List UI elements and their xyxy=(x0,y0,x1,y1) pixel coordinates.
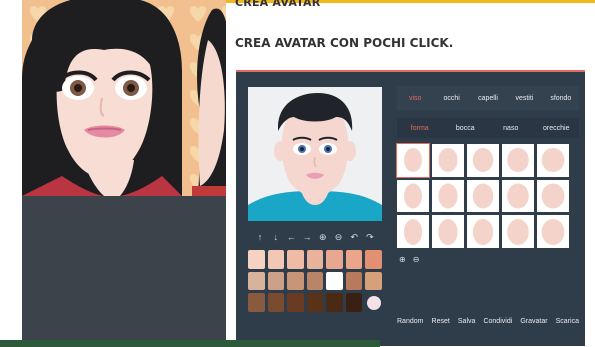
article-title-top: CREA AVATAR xyxy=(235,0,321,9)
face-shape-icon xyxy=(404,148,422,173)
color-swatch[interactable] xyxy=(248,250,265,269)
share-button[interactable]: Condividi xyxy=(483,318,512,330)
bottom-edge xyxy=(0,340,380,347)
face-shape-icon xyxy=(438,148,458,173)
shape-zoom-controls: ⊕ ⊖ xyxy=(399,255,419,264)
subtab-orecchie[interactable]: orecchie xyxy=(534,125,580,132)
undo-icon[interactable]: ↶ xyxy=(348,230,360,244)
color-swatch[interactable] xyxy=(248,293,265,312)
color-swatch[interactable] xyxy=(365,271,382,291)
subtab-naso[interactable]: naso xyxy=(488,125,534,132)
color-swatch[interactable] xyxy=(306,293,324,312)
face-shape-option[interactable] xyxy=(397,215,429,248)
gravatar-button[interactable]: Gravatar xyxy=(520,318,547,330)
color-swatch[interactable] xyxy=(287,250,304,269)
face-shape-icon xyxy=(541,148,565,173)
color-swatch[interactable] xyxy=(306,271,324,291)
category-tabs: viso occhi capelli vestiti sfondo xyxy=(397,86,579,110)
face-shape-option[interactable] xyxy=(467,215,499,248)
face-shape-option[interactable] xyxy=(397,179,429,213)
preview-panel-footer xyxy=(22,196,226,344)
avatar-preview-illustration xyxy=(22,0,226,196)
random-button[interactable]: Random xyxy=(397,318,423,330)
face-shape-option[interactable] xyxy=(396,143,430,178)
face-shape-icon xyxy=(438,183,458,209)
face-shape-icon xyxy=(507,148,529,173)
face-shape-icon xyxy=(541,183,565,209)
tab-sfondo[interactable]: sfondo xyxy=(543,95,579,102)
face-shape-option[interactable] xyxy=(502,144,534,177)
download-button[interactable]: Scarica xyxy=(556,318,579,330)
color-swatch[interactable] xyxy=(345,293,363,312)
zoom-in-icon[interactable]: ⊕ xyxy=(317,230,329,244)
face-shape-icon xyxy=(404,218,422,245)
color-swatch[interactable] xyxy=(267,250,285,269)
face-shape-icon xyxy=(472,183,494,209)
face-shape-icon xyxy=(472,148,494,173)
face-shape-option[interactable] xyxy=(467,179,499,213)
face-shape-option[interactable] xyxy=(432,179,464,213)
color-swatch[interactable] xyxy=(326,250,343,269)
avatar-creator-panel: ↑ ↓ ← → ⊕ ⊖ ↶ ↷ viso occhi capelli vesti… xyxy=(236,70,585,346)
face-shape-option[interactable] xyxy=(537,144,569,177)
color-swatch[interactable] xyxy=(365,250,382,269)
page: CREA AVATAR CREA AVATAR CON POCHI CLICK. xyxy=(0,0,595,347)
arrow-left-icon[interactable]: ← xyxy=(285,230,297,244)
color-swatch[interactable] xyxy=(345,271,363,291)
subtab-bocca[interactable]: bocca xyxy=(443,125,489,132)
face-shape-option[interactable] xyxy=(537,215,569,248)
article-headline: CREA AVATAR CON POCHI CLICK. xyxy=(235,36,454,50)
face-shape-icon xyxy=(472,218,494,245)
canvas-toolbar: ↑ ↓ ← → ⊕ ⊖ ↶ ↷ xyxy=(248,230,382,244)
color-swatch[interactable] xyxy=(306,250,324,269)
color-swatch[interactable] xyxy=(345,250,363,269)
face-shape-option[interactable] xyxy=(467,144,499,177)
color-swatch[interactable] xyxy=(287,293,304,312)
action-bar: Random Reset Salva Condividi Gravatar Sc… xyxy=(397,318,579,330)
reset-button[interactable]: Reset xyxy=(432,318,450,330)
color-swatch[interactable] xyxy=(326,271,343,291)
face-shape-option[interactable] xyxy=(502,179,534,213)
color-swatch[interactable] xyxy=(248,271,265,291)
avatar-preview-image xyxy=(22,0,226,196)
face-shape-icon xyxy=(438,218,458,245)
face-shape-icon xyxy=(507,183,529,209)
face-shape-option[interactable] xyxy=(502,215,534,248)
face-shape-icon xyxy=(507,218,529,245)
face-shape-grid xyxy=(396,143,569,248)
face-shape-option[interactable] xyxy=(432,144,464,177)
zoom-out-icon[interactable]: ⊖ xyxy=(333,230,345,244)
tab-capelli[interactable]: capelli xyxy=(470,95,506,102)
zoom-in-icon[interactable]: ⊕ xyxy=(399,255,406,264)
tab-occhi[interactable]: occhi xyxy=(433,95,469,102)
arrow-right-icon[interactable]: → xyxy=(301,230,313,244)
avatar-canvas[interactable] xyxy=(248,87,382,221)
skin-color-palette xyxy=(248,250,382,312)
color-swatch[interactable] xyxy=(326,293,343,312)
color-swatch[interactable] xyxy=(287,271,304,291)
face-shape-icon xyxy=(541,218,565,245)
color-swatch[interactable] xyxy=(267,293,285,312)
arrow-down-icon[interactable]: ↓ xyxy=(270,230,282,244)
arrow-up-icon[interactable]: ↑ xyxy=(254,230,266,244)
redo-icon[interactable]: ↷ xyxy=(364,230,376,244)
tab-vestiti[interactable]: vestiti xyxy=(506,95,542,102)
tab-viso[interactable]: viso xyxy=(397,95,433,102)
zoom-out-icon[interactable]: ⊖ xyxy=(413,255,420,264)
color-swatch[interactable] xyxy=(366,295,381,310)
subtab-forma[interactable]: forma xyxy=(397,125,443,132)
left-margin xyxy=(0,0,22,347)
subcategory-tabs: forma bocca naso orecchie xyxy=(397,118,579,138)
save-button[interactable]: Salva xyxy=(458,318,476,330)
face-shape-option[interactable] xyxy=(537,179,569,213)
color-swatch[interactable] xyxy=(267,271,285,291)
face-shape-option[interactable] xyxy=(432,215,464,248)
avatar-canvas-illustration xyxy=(248,87,382,221)
face-shape-icon xyxy=(404,183,422,209)
